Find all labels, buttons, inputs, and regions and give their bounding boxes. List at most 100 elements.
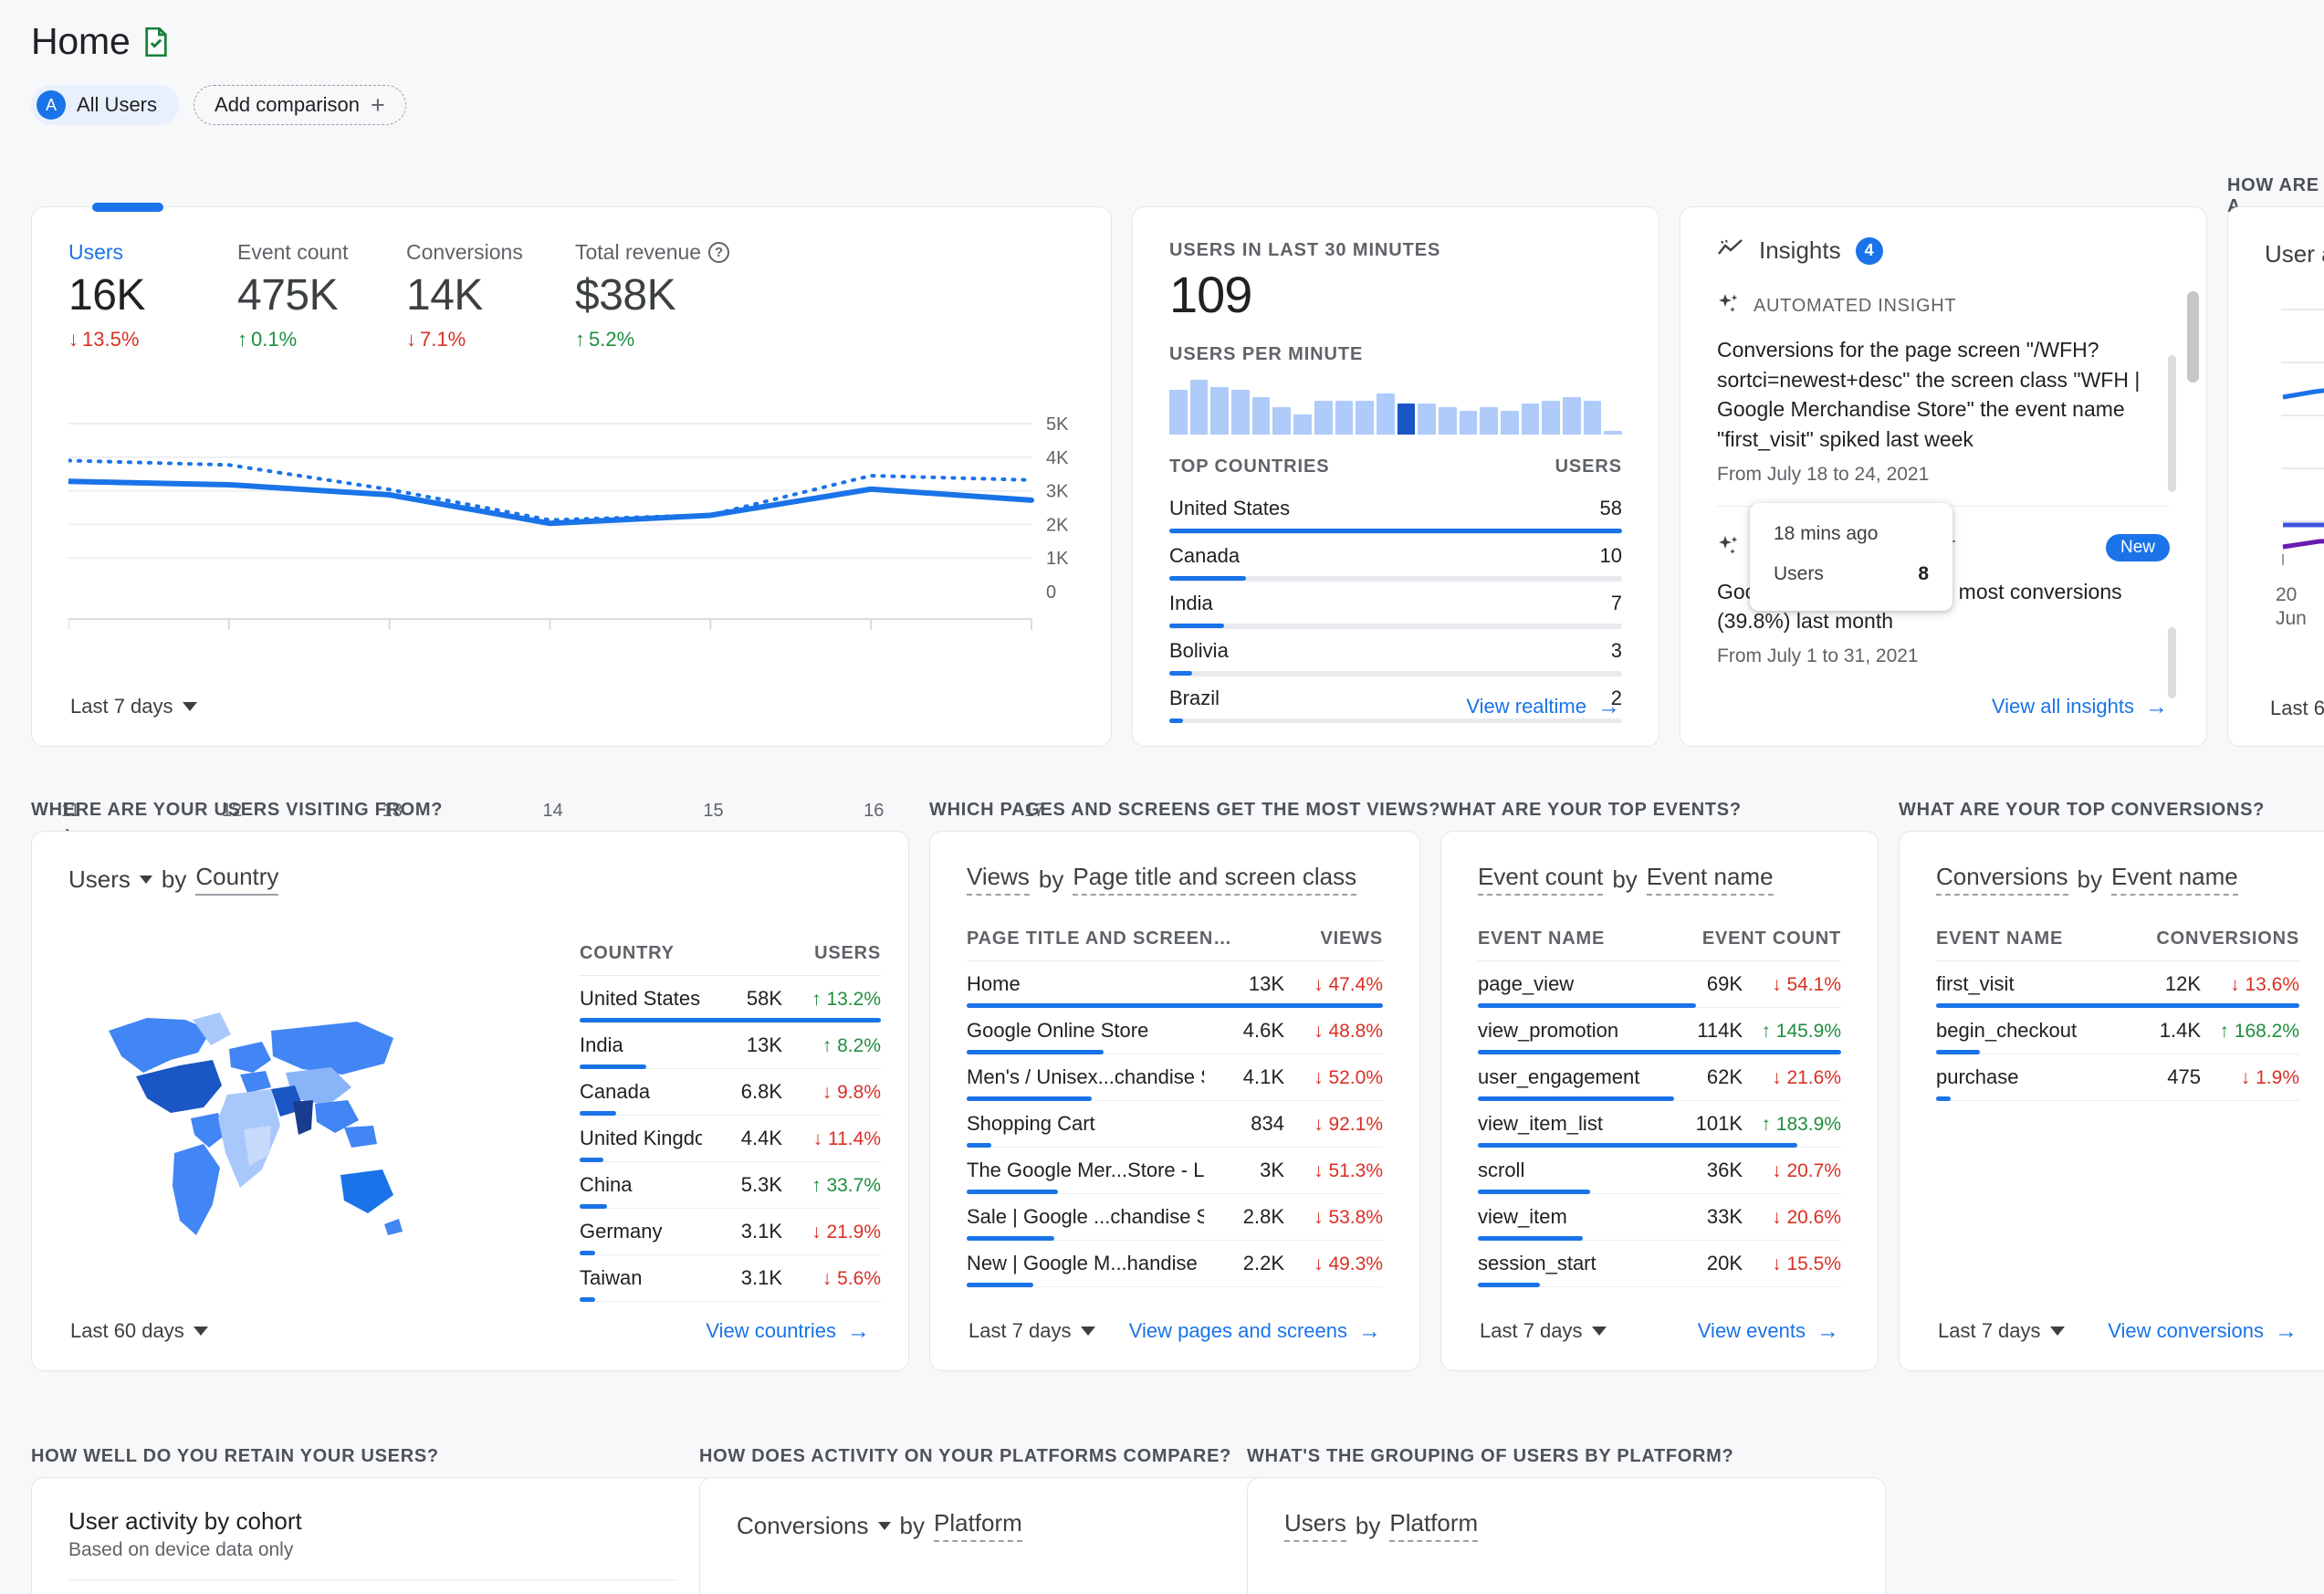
conversions-card-footer: Last 7 days View conversions →: [1900, 1292, 2324, 1370]
world-map[interactable]: [83, 965, 539, 1266]
date-range-selector[interactable]: Last 7 days: [70, 695, 197, 718]
row-value: 2.8K: [1242, 1205, 1284, 1228]
metric-tab-event-count[interactable]: Event count 475K ↑ 0.1%: [237, 240, 406, 351]
metric-link-conversions[interactable]: Conversions: [1936, 863, 2068, 896]
view-events-link[interactable]: View events →: [1698, 1319, 1839, 1343]
add-comparison-button[interactable]: Add comparison +: [194, 85, 406, 125]
sparkline-bar[interactable]: [1376, 393, 1395, 435]
top-countries-header: TOP COUNTRIES: [1169, 456, 1330, 477]
sparkline-bar[interactable]: [1418, 404, 1436, 435]
row-name: United States: [580, 987, 701, 1010]
country-users: 3: [1610, 639, 1622, 662]
sparkline-bar[interactable]: [1501, 410, 1519, 435]
realtime-country-row: India 7: [1169, 581, 1622, 628]
date-range-selector[interactable]: Last 7 days: [1480, 1319, 1607, 1343]
view-all-insights-link[interactable]: View all insights →: [1992, 695, 2168, 718]
table-row[interactable]: Shopping Cart 834 ↓ 92.1%: [967, 1101, 1383, 1148]
metric-select[interactable]: Conversions: [737, 1512, 869, 1540]
view-realtime-link[interactable]: View realtime →: [1466, 695, 1620, 718]
sparkline-bar[interactable]: [1583, 400, 1602, 435]
date-range-selector[interactable]: Last 7 days: [1938, 1319, 2065, 1343]
insight-item[interactable]: AUTOMATED INSIGHT Conversions for the pa…: [1717, 292, 2170, 486]
svg-text:5K: 5K: [1046, 414, 1069, 435]
chevron-down-icon[interactable]: [139, 875, 152, 884]
sparkline-bar[interactable]: [1604, 431, 1623, 435]
sparkline-bar[interactable]: [1438, 407, 1457, 435]
table-row[interactable]: page_view 69K ↓ 54.1%: [1478, 961, 1841, 1008]
table-row[interactable]: United Kingdom 4.4K ↓ 11.4%: [580, 1116, 881, 1162]
sparkline-bar[interactable]: [1189, 380, 1209, 435]
sparkline-bar[interactable]: [1542, 400, 1561, 435]
table-row[interactable]: user_engagement 62K ↓ 21.6%: [1478, 1054, 1841, 1101]
table-row[interactable]: China 5.3K ↑ 33.7%: [580, 1162, 881, 1209]
metric-link-event-count[interactable]: Event count: [1478, 863, 1604, 896]
dimension-link-platform[interactable]: Platform: [933, 1509, 1022, 1542]
dimension-link-country[interactable]: Country: [195, 863, 279, 896]
sparkline-bar[interactable]: [1169, 390, 1188, 435]
sparkline-bar[interactable]: [1397, 404, 1416, 435]
country-users: 10: [1599, 544, 1622, 567]
metric-delta: ↑ 5.2%: [575, 328, 635, 351]
table-row[interactable]: Google Online Store 4.6K ↓ 48.8%: [967, 1008, 1383, 1054]
table-row[interactable]: Sale | Google ...chandise Store 2.8K ↓ 53.…: [967, 1194, 1383, 1241]
chevron-down-icon[interactable]: [877, 1521, 891, 1530]
table-row[interactable]: view_item 33K ↓ 20.6%: [1478, 1194, 1841, 1241]
view-conversions-link[interactable]: View conversions →: [2108, 1319, 2298, 1343]
table-row[interactable]: first_visit 12K ↓ 13.6%: [1936, 961, 2299, 1008]
sparkline-bar[interactable]: [1563, 396, 1581, 435]
chevron-down-icon: [193, 1327, 208, 1336]
sparkline-bar[interactable]: [1293, 414, 1312, 435]
table-row[interactable]: Canada 6.8K ↓ 9.8%: [580, 1069, 881, 1116]
insights-scrollbar[interactable]: [2187, 291, 2199, 383]
metric-tab-users[interactable]: Users 16K ↓ 13.5%: [68, 240, 237, 351]
dimension-link-page-title[interactable]: Page title and screen class: [1073, 863, 1357, 896]
table-row[interactable]: view_promotion 114K ↑ 145.9%: [1478, 1008, 1841, 1054]
table-row[interactable]: view_item_list 101K ↑ 183.9%: [1478, 1101, 1841, 1148]
users-per-minute-sparkline[interactable]: [1169, 378, 1623, 435]
table-row[interactable]: session_start 20K ↓ 15.5%: [1478, 1241, 1841, 1287]
table-row[interactable]: purchase 475 ↓ 1.9%: [1936, 1054, 2299, 1101]
all-users-chip[interactable]: A All Users: [31, 85, 180, 125]
table-row[interactable]: The Google Mer...Store - Log In 3K ↓ 51.3%: [967, 1148, 1383, 1194]
metric-delta: ↓ 13.5%: [68, 328, 140, 351]
metric-tab-total-revenue[interactable]: Total revenue ? $38K ↑ 5.2%: [575, 240, 744, 351]
date-range-selector[interactable]: Last 7 days: [968, 1319, 1095, 1343]
document-check-icon[interactable]: [143, 26, 169, 57]
insights-count-badge: 4: [1855, 236, 1883, 265]
date-range-selector[interactable]: Last 60 days: [70, 1319, 208, 1343]
row-bar-track: [1936, 1050, 2299, 1054]
table-row[interactable]: India 13K ↑ 8.2%: [580, 1022, 881, 1069]
dimension-link-event-name[interactable]: Event name: [2110, 863, 2238, 896]
table-row[interactable]: Germany 3.1K ↓ 21.9%: [580, 1209, 881, 1255]
sparkline-bar[interactable]: [1231, 390, 1250, 435]
country-card-subtitle: Users by Country: [32, 832, 908, 896]
table-row[interactable]: Home 13K ↓ 47.4%: [967, 961, 1383, 1008]
dimension-link-event-name[interactable]: Event name: [1646, 863, 1774, 896]
table-row[interactable]: Men's / Unisex...chandise Store 4.1K ↓ 52.…: [967, 1054, 1383, 1101]
metric-select[interactable]: Users: [68, 865, 131, 894]
sparkline-bar[interactable]: [1210, 386, 1230, 435]
sparkline-bar[interactable]: [1314, 400, 1333, 435]
sparkline-bar[interactable]: [1480, 407, 1498, 435]
view-countries-link[interactable]: View countries →: [706, 1319, 870, 1343]
metric-link-views[interactable]: Views: [967, 863, 1030, 896]
sparkline-bar[interactable]: [1459, 410, 1478, 435]
sparkline-bar[interactable]: [1272, 407, 1292, 435]
user-activity-date-range[interactable]: Last 60: [2270, 697, 2324, 720]
sparkline-bar[interactable]: [1521, 404, 1540, 435]
sparkline-bar[interactable]: [1356, 400, 1374, 435]
dimension-link-platform[interactable]: Platform: [1389, 1509, 1479, 1542]
insight-text-scrollbar[interactable]: [2168, 355, 2176, 492]
sparkline-bar[interactable]: [1335, 400, 1354, 435]
table-row[interactable]: begin_checkout 1.4K ↑ 168.2%: [1936, 1008, 2299, 1054]
view-pages-link[interactable]: View pages and screens →: [1129, 1319, 1381, 1343]
x-axis-tick: 15: [703, 801, 724, 821]
metric-tab-conversions[interactable]: Conversions 14K ↓ 7.1%: [406, 240, 575, 351]
help-icon[interactable]: ?: [708, 242, 730, 263]
sparkline-bar[interactable]: [1251, 396, 1271, 435]
table-row[interactable]: scroll 36K ↓ 20.7%: [1478, 1148, 1841, 1194]
table-row[interactable]: New | Google M...handise Store 2.2K ↓ 49.3…: [967, 1241, 1383, 1287]
row-name: session_start: [1478, 1252, 1596, 1274]
metric-link-users[interactable]: Users: [1284, 1509, 1346, 1542]
table-row[interactable]: United States 58K ↑ 13.2%: [580, 976, 881, 1022]
